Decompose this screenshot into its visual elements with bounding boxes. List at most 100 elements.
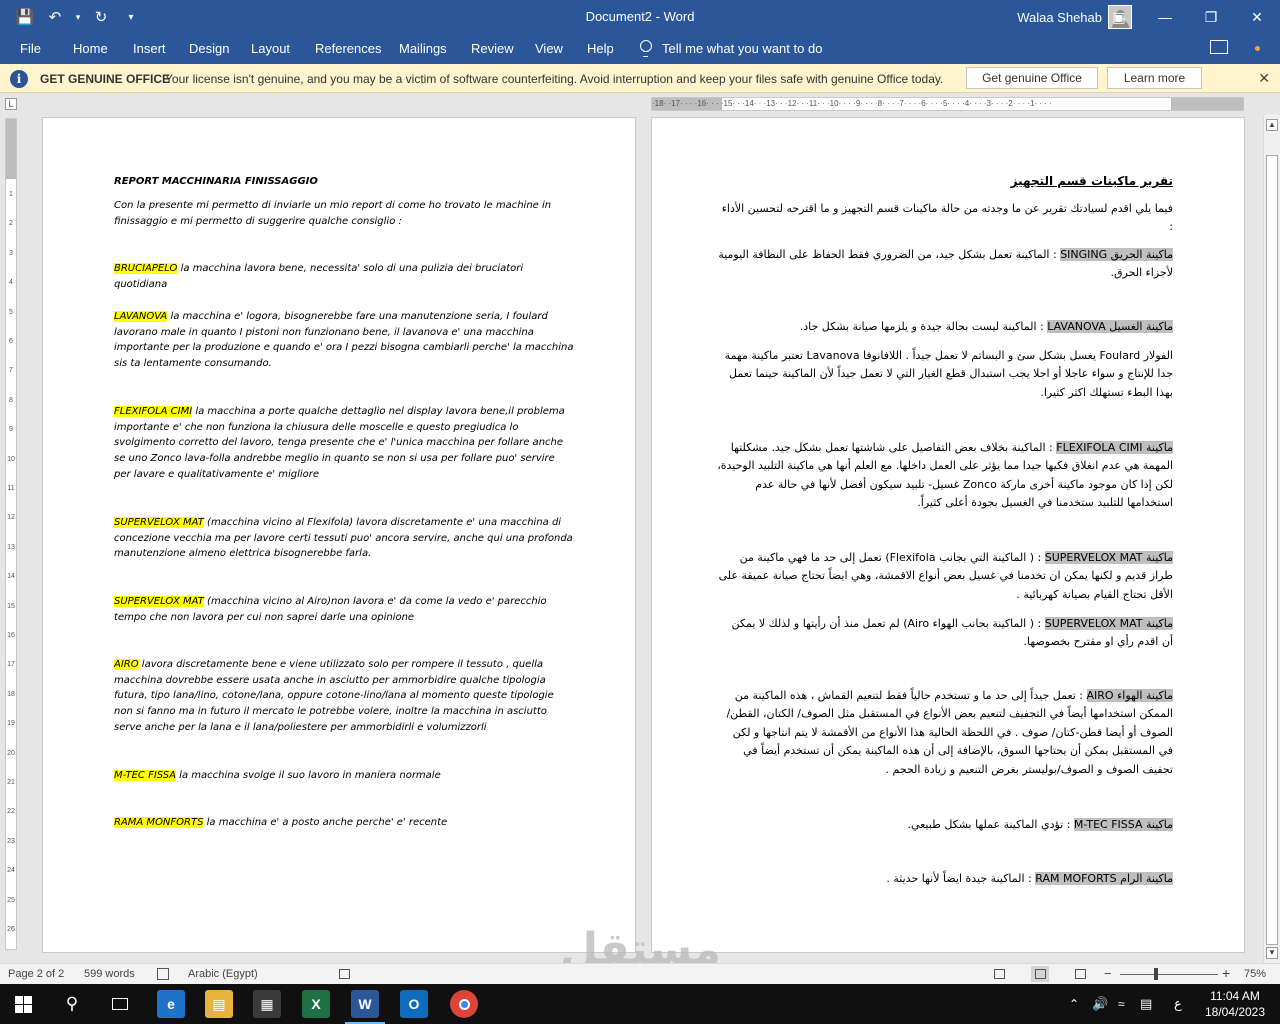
horizontal-ruler[interactable]: ·18· ·17· · · ·16· · · ·15· · ·14· · ·13… [651,97,1244,111]
chrome-icon[interactable] [450,990,478,1018]
zoom-slider-handle[interactable] [1154,968,1158,980]
word-icon[interactable]: W [351,990,379,1018]
proofing-icon[interactable] [157,968,169,980]
arabic-paragraph-mtec-fissa: ماكينة M-TEC FISSA : تؤدي الماكينة عملها… [907,818,1173,831]
tab-references[interactable]: References [315,41,381,56]
restore-icon[interactable]: ❐ [1188,0,1234,34]
edge-icon[interactable]: e [157,990,185,1018]
vruler-tick: 1 [9,191,13,198]
zoom-slider[interactable] [1120,974,1218,975]
scrollbar-thumb[interactable] [1266,155,1278,945]
vruler-tick: 20 [7,749,15,757]
tab-home[interactable]: Home [73,41,108,56]
scroll-down-icon[interactable]: ▼ [1266,947,1278,959]
windows-taskbar: ⚲ e ▤ ▦ X W O ⌃ 🔊 ≈ ▤ ع 11:04 AM 18/04/2… [0,984,1280,1024]
infobar-title: GET GENUINE OFFICE [40,72,171,86]
vruler-tick: 21 [7,779,15,786]
tab-file[interactable]: File [20,41,41,56]
search-icon[interactable]: ⚲ [56,984,88,1024]
tab-view[interactable]: View [535,41,563,56]
macro-recording-icon[interactable] [339,969,350,979]
ribbon-display-options-icon[interactable]: ▣ [1096,0,1142,34]
zoom-in-button[interactable]: + [1222,965,1230,981]
system-clock[interactable]: 11:04 AM 18/04/2023 [1200,988,1270,1020]
tab-help[interactable]: Help [587,41,614,56]
tab-layout[interactable]: Layout [251,41,290,56]
vruler-tick: 22 [7,808,15,816]
web-layout-icon[interactable] [1071,966,1089,982]
machine-label: ماكينة FLEXIFOLA CIMI [1056,441,1173,454]
paragraph-rama-monforts: RAMA MONFORTS la macchina e' a posto anc… [114,817,448,828]
ruler-ticks: ·18· ·17· · · ·16· · · ·15· · ·14· · ·13… [652,99,1052,108]
page-left[interactable]: REPORT MACCHINARIA FINISSAGGIO Con la pr… [42,117,636,953]
minimize-icon[interactable]: — [1142,0,1188,34]
volume-icon[interactable]: 🔊 [1092,984,1108,1024]
arabic-paragraph-foulard: الفولار Foulard يغسل بشكل سئ و البساتم ل… [724,349,1173,399]
tab-selector-icon[interactable]: L [5,98,17,110]
machine-label: ماكينة الغسيل LAVANOVA [1047,320,1173,333]
machine-name: SUPERVELOX MAT [114,517,204,528]
page-count[interactable]: Page 2 of 2 [8,968,64,980]
tab-review[interactable]: Review [471,41,514,56]
paragraph-supervelox-1: SUPERVELOX MAT (macchina vicino al Flexi… [114,517,573,560]
vruler-margin [6,119,16,179]
arabic-paragraph-singing: ماكينة الحريق SINGING : الماكينة تعمل بش… [718,248,1173,280]
vruler-tick: 23 [7,837,15,845]
close-icon[interactable]: ✕ [1234,0,1280,34]
word-count[interactable]: 599 words [84,968,135,980]
network-icon[interactable]: ≈ [1118,984,1125,1024]
title-bar: 💾 ↶ ▾ ↻ ▾ Document2 - Word Walaa Shehab … [0,0,1280,34]
learn-more-button[interactable]: Learn more [1107,67,1202,89]
document-canvas[interactable]: REPORT MACCHINARIA FINISSAGGIO Con la pr… [20,115,1264,963]
clock-date: 18/04/2023 [1204,1005,1266,1019]
status-bar: Page 2 of 2 599 words Arabic (Egypt) − +… [0,963,1280,984]
arabic-paragraph-flexifola: ماكينة FLEXIFOLA CIMI : الماكينة بخلاف ب… [717,441,1173,510]
start-windows-icon[interactable] [15,996,32,1013]
file-explorer-icon[interactable]: ▤ [205,990,233,1018]
machine-label: ماكينة SUPERVELOX MAT [1044,551,1173,564]
user-name[interactable]: Walaa Shehab [1017,10,1102,25]
vruler-tick: 8 [9,396,13,404]
ribbon-tabs: File Home Insert Design Layout Reference… [0,34,1280,64]
paragraph-mtec-fissa: M-TEC FISSA la macchina svolge il suo la… [114,770,441,781]
machine-label: ماكينة الهواء AIRO [1086,689,1173,702]
vertical-scrollbar[interactable]: ▲ ▼ [1263,115,1280,963]
vertical-ruler[interactable]: 1 2 3 4 5 6 7 8 9 10 11 12 13 14 15 16 17 18 19 20 21 22 23 24 2… [5,118,17,950]
info-icon: i [10,70,28,88]
genuine-office-infobar: i GET GENUINE OFFICE Your license isn't … [0,64,1280,93]
vruler-tick: 3 [9,249,13,257]
scroll-up-icon[interactable]: ▲ [1266,119,1278,131]
zoom-out-button[interactable]: − [1104,966,1112,981]
infobar-close-icon[interactable]: ✕ [1258,70,1270,87]
print-layout-icon[interactable] [1031,966,1049,982]
vruler-tick: 6 [9,338,13,345]
arabic-paragraph-supervelox-2: ماكينة SUPERVELOX MAT : ( الماكينة بجانب… [731,617,1173,649]
paragraph-bruciapelo: BRUCIAPELO la macchina lavora bene, nece… [114,263,524,290]
vruler-tick: 19 [7,720,15,728]
task-view-icon[interactable] [104,984,136,1024]
tab-design[interactable]: Design [189,41,229,56]
language-indicator[interactable]: Arabic (Egypt) [188,968,258,980]
action-center-icon[interactable]: ▤ [1140,984,1152,1024]
vruler-tick: 7 [9,367,13,375]
machine-label: ماكينة الرام RAM MOFORTS [1035,872,1173,885]
arabic-paragraph-ram-monforts: ماكينة الرام RAM MOFORTS : الماكينة جيدة… [886,872,1173,885]
tab-insert[interactable]: Insert [133,41,166,56]
zoom-level[interactable]: 75% [1244,968,1266,980]
vruler-tick: 13 [7,543,15,551]
machine-name: RAMA MONFORTS [114,817,204,828]
tab-mailings[interactable]: Mailings [399,41,447,56]
store-icon[interactable]: ▦ [253,990,281,1018]
keyboard-language[interactable]: ع [1174,984,1182,1024]
comments-icon[interactable] [1210,40,1228,54]
outlook-icon[interactable]: O [400,990,428,1018]
page-right[interactable]: تقرير ماكينات قسم التجهيز فيما يلي اقدم … [651,117,1245,953]
vruler-tick: 18 [7,690,15,698]
vruler-tick: 5 [9,308,13,316]
vruler-tick: 17 [7,661,15,669]
read-mode-icon[interactable] [990,966,1008,982]
show-hidden-icons-icon[interactable]: ⌃ [1069,984,1079,1024]
tell-me-box[interactable]: Tell me what you want to do [640,40,822,57]
get-genuine-office-button[interactable]: Get genuine Office [966,67,1098,89]
excel-icon[interactable]: X [302,990,330,1018]
